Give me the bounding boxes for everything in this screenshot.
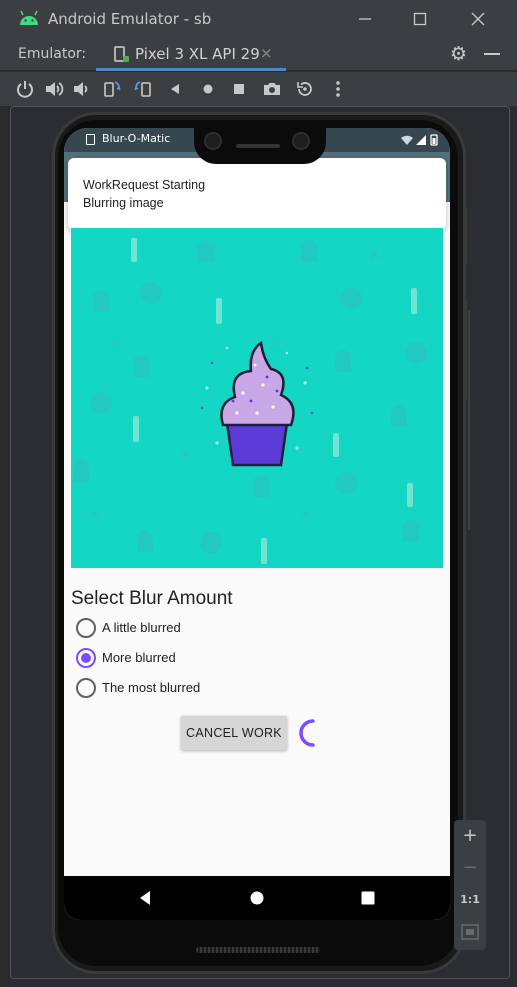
volume-up-icon[interactable] <box>44 79 64 99</box>
cupcake-image <box>71 228 443 568</box>
radio-button-checked-icon[interactable] <box>76 648 96 668</box>
back-icon[interactable] <box>165 79 185 99</box>
rotate-right-icon[interactable] <box>133 79 153 99</box>
nav-overview-icon[interactable] <box>358 888 378 908</box>
power-side-button[interactable] <box>464 208 467 264</box>
earpiece-speaker <box>236 144 280 148</box>
scroll-track <box>468 310 470 530</box>
emulator-toolbar <box>0 72 517 106</box>
android-logo-icon <box>20 10 38 25</box>
close-icon[interactable] <box>465 6 491 32</box>
more-icon[interactable] <box>328 79 348 99</box>
cancel-work-button[interactable]: CANCEL WORK <box>181 716 287 750</box>
status-app-name: Blur-O-Matic <box>102 132 171 145</box>
overview-icon[interactable] <box>229 79 249 99</box>
toast-message: WorkRequest Starting Blurring image <box>68 158 446 230</box>
radio-label[interactable]: A little blurred <box>102 620 181 635</box>
volume-side-button[interactable] <box>464 300 467 400</box>
maximize-icon[interactable] <box>407 6 433 32</box>
tab-device[interactable]: Pixel 3 XL API 29 × <box>96 38 286 71</box>
gear-icon[interactable]: ⚙ <box>450 43 467 65</box>
device-phone-icon <box>114 46 129 62</box>
bottom-speaker <box>196 947 320 953</box>
device-tab-label: Pixel 3 XL API 29 <box>135 45 260 63</box>
fit-screen-icon[interactable] <box>454 918 486 946</box>
camera-notch <box>194 120 326 164</box>
radio-label[interactable]: The most blurred <box>102 680 200 695</box>
minimize-icon[interactable] <box>352 6 378 32</box>
screenshot-icon[interactable] <box>262 79 282 99</box>
home-icon[interactable] <box>198 79 218 99</box>
status-icons <box>401 134 438 146</box>
front-camera-icon <box>204 132 222 150</box>
zoom-panel: + − 1:1 <box>454 820 486 950</box>
emulator-tab-bar: Emulator: Pixel 3 XL API 29 × ⚙ <box>0 38 517 71</box>
tab-close-icon[interactable]: × <box>260 44 273 62</box>
radio-most-blurred[interactable]: The most blurred <box>76 675 326 701</box>
snapshot-icon[interactable] <box>295 79 315 99</box>
hide-panel-icon[interactable] <box>484 53 500 55</box>
radio-label[interactable]: More blurred <box>102 650 176 665</box>
front-camera-icon <box>292 132 310 150</box>
volume-down-icon[interactable] <box>72 79 92 99</box>
power-icon[interactable] <box>15 79 35 99</box>
radio-button-icon[interactable] <box>76 678 96 698</box>
radio-little-blurred[interactable]: A little blurred <box>76 615 326 641</box>
radio-button-icon[interactable] <box>76 618 96 638</box>
window-title-bar: Android Emulator - sb <box>0 0 517 38</box>
device-screen[interactable]: Blur-O-Matic WorkRequest Starting Blurri… <box>64 128 450 920</box>
actual-size-button[interactable]: 1:1 <box>454 886 486 914</box>
cupcake-pattern-graphic <box>71 238 427 564</box>
nav-back-icon[interactable] <box>136 888 156 908</box>
left-panel-edge <box>0 106 10 987</box>
toast-line-2: Blurring image <box>83 196 164 210</box>
window-title: Android Emulator - sb <box>48 10 212 28</box>
navigation-bar <box>64 876 450 920</box>
toast-line-1: WorkRequest Starting <box>83 178 206 192</box>
emulator-label: Emulator: <box>18 46 87 62</box>
progress-spinner-icon <box>299 719 315 747</box>
select-blur-heading: Select Blur Amount <box>71 588 233 609</box>
nav-home-icon[interactable] <box>247 888 267 908</box>
rotate-left-icon[interactable] <box>102 79 122 99</box>
radio-more-blurred[interactable]: More blurred <box>76 645 326 671</box>
notification-icon <box>86 134 95 145</box>
zoom-in-button[interactable]: + <box>454 822 486 850</box>
zoom-out-button[interactable]: − <box>454 854 486 882</box>
